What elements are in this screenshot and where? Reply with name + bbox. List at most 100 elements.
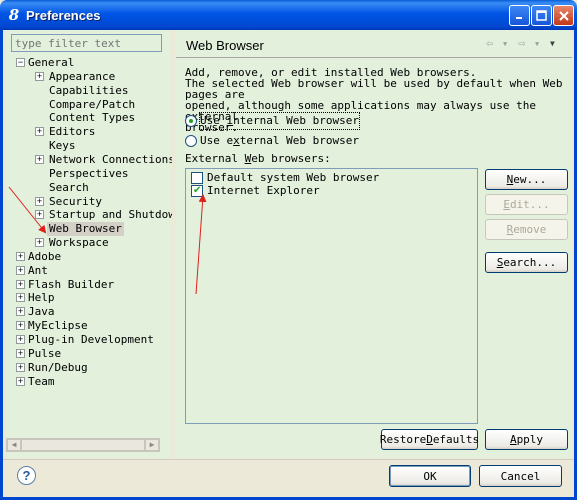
ok-button[interactable]: OK <box>389 465 471 487</box>
tree-item-label: Team <box>28 374 55 388</box>
tree-item-label: Security <box>49 194 102 208</box>
tree-item-label: Workspace <box>49 236 109 250</box>
maximize-button[interactable] <box>531 5 552 26</box>
title-bar: 8 Preferences <box>0 0 577 30</box>
tree-item-label: Network Connections <box>49 152 175 166</box>
tree-item-label: MyEclipse <box>28 319 88 333</box>
tree-item[interactable]: + Security <box>6 195 171 209</box>
tree-item[interactable]: + Appearance <box>6 70 171 84</box>
tree-item[interactable]: Content Types <box>6 111 171 125</box>
tree-item-label: Capabilities <box>49 83 129 97</box>
tree-item[interactable]: Capabilities <box>6 84 171 98</box>
tree-item[interactable]: + Run/Debug <box>6 361 171 375</box>
browser-checkbox[interactable] <box>191 184 203 198</box>
footer-separator <box>3 459 574 460</box>
expand-icon[interactable]: + <box>35 196 44 206</box>
tree-item-label: Pulse <box>28 346 62 360</box>
preferences-tree-panel: −General+AppearanceCapabilitiesCompare/P… <box>6 30 181 458</box>
tree-item[interactable]: Perspectives <box>6 167 171 181</box>
expand-icon[interactable]: + <box>35 238 44 248</box>
browser-label: Internet Explorer <box>207 184 320 197</box>
expand-icon[interactable]: + <box>35 127 44 137</box>
radio-external[interactable] <box>185 135 197 147</box>
expand-icon[interactable]: + <box>16 307 25 317</box>
expand-icon[interactable]: + <box>16 265 25 275</box>
tree-item[interactable]: Search <box>6 181 171 195</box>
apply-button[interactable]: Apply <box>485 429 568 450</box>
radio-internal-label[interactable]: Use internal Web browser <box>199 112 360 130</box>
forward-menu-icon[interactable]: ▼ <box>535 40 539 48</box>
help-button[interactable]: ? <box>17 466 36 485</box>
tree-item[interactable]: + MyEclipse <box>6 319 171 333</box>
tree-item[interactable]: + Startup and Shutdown <box>6 208 181 222</box>
tree-item-label: Run/Debug <box>28 360 88 374</box>
expand-icon[interactable]: + <box>16 335 25 344</box>
edit-button[interactable]: Edit... <box>485 194 568 215</box>
close-icon <box>558 10 569 21</box>
window-title: Preferences <box>26 7 101 23</box>
scroll-thumb[interactable] <box>21 439 145 451</box>
tree-item[interactable]: − General <box>6 56 171 70</box>
cancel-button[interactable]: Cancel <box>479 465 562 487</box>
expand-icon[interactable]: + <box>16 348 25 358</box>
expand-icon[interactable]: + <box>16 376 25 386</box>
tree-item-label: Web Browser <box>47 222 124 237</box>
tree-item[interactable]: Web Browser <box>6 222 171 237</box>
app-icon: 8 <box>8 6 20 24</box>
external-browsers-list[interactable]: Default system Web browser Internet Expl… <box>185 168 478 424</box>
back-menu-icon[interactable]: ▼ <box>503 40 507 48</box>
radio-external-label[interactable]: Use external Web browser <box>200 133 359 149</box>
restore-defaults-button[interactable]: Restore Defaults <box>380 429 479 450</box>
collapse-icon[interactable]: − <box>16 58 25 67</box>
tree-horizontal-scrollbar[interactable]: ◀ ▶ <box>6 438 160 452</box>
page-navigation: ⇦ ▼ ⇨ ▼ ▼ <box>486 36 566 52</box>
tree-item-label: Startup and Shutdown <box>49 208 182 222</box>
tree-item[interactable]: + Pulse <box>6 347 171 361</box>
tree-item[interactable]: + Network Connections <box>6 153 175 167</box>
tree-item-label: Ant <box>28 263 48 277</box>
tree-item-label: Flash Builder <box>28 277 115 291</box>
expand-icon[interactable]: + <box>35 210 44 220</box>
close-button[interactable] <box>553 5 574 26</box>
tree-item-label: Editors <box>49 125 96 139</box>
expand-icon[interactable]: + <box>35 71 44 81</box>
filter-input[interactable] <box>11 34 162 52</box>
search-button[interactable]: Search... <box>485 252 568 273</box>
tree-item-label: Content Types <box>49 111 136 125</box>
expand-icon[interactable]: + <box>16 279 25 289</box>
minimize-icon <box>516 17 522 19</box>
tree-item[interactable]: Compare/Patch <box>6 98 171 112</box>
back-arrow-icon[interactable]: ⇦ <box>486 36 493 50</box>
tree-item-label: General <box>28 56 75 69</box>
remove-button[interactable]: Remove <box>485 219 568 240</box>
expand-icon[interactable]: + <box>35 154 44 164</box>
expand-icon[interactable]: + <box>16 251 25 261</box>
tree-item-label: Appearance <box>49 69 116 83</box>
title-separator <box>176 57 572 58</box>
tree-item[interactable]: + Editors <box>6 125 171 139</box>
new-button[interactable]: New... <box>485 169 568 190</box>
tree-item[interactable]: + Adobe <box>6 250 171 264</box>
tree-item[interactable]: + Workspace <box>6 236 171 250</box>
scroll-left-icon[interactable]: ◀ <box>7 439 21 451</box>
browser-label: Default system Web browser <box>207 171 380 184</box>
expand-icon[interactable]: + <box>16 293 25 303</box>
tree-item[interactable]: + Team <box>6 375 171 389</box>
tree-item[interactable]: Keys <box>6 139 171 153</box>
minimize-button[interactable] <box>509 5 530 26</box>
browser-checkbox[interactable] <box>191 172 203 184</box>
scroll-right-icon[interactable]: ▶ <box>145 439 159 451</box>
expand-icon[interactable]: + <box>16 362 25 372</box>
tree-item-label: Help <box>28 291 55 305</box>
tree-item[interactable]: + Help <box>6 291 171 305</box>
tree-item[interactable]: + Ant <box>6 264 171 278</box>
view-menu-icon[interactable]: ▼ <box>550 39 555 48</box>
web-browser-page: Web Browser ⇦ ▼ ⇨ ▼ ▼ Add, remove, or ed… <box>176 30 572 458</box>
tree-item[interactable]: + Plug-in Development <box>6 333 171 347</box>
forward-arrow-icon[interactable]: ⇨ <box>518 36 525 50</box>
radio-internal[interactable] <box>185 115 197 127</box>
tree-item-label: Perspectives <box>49 166 129 180</box>
expand-icon[interactable]: + <box>16 321 25 331</box>
tree-item[interactable]: + Flash Builder <box>6 278 171 292</box>
tree-item[interactable]: + Java <box>6 305 171 319</box>
